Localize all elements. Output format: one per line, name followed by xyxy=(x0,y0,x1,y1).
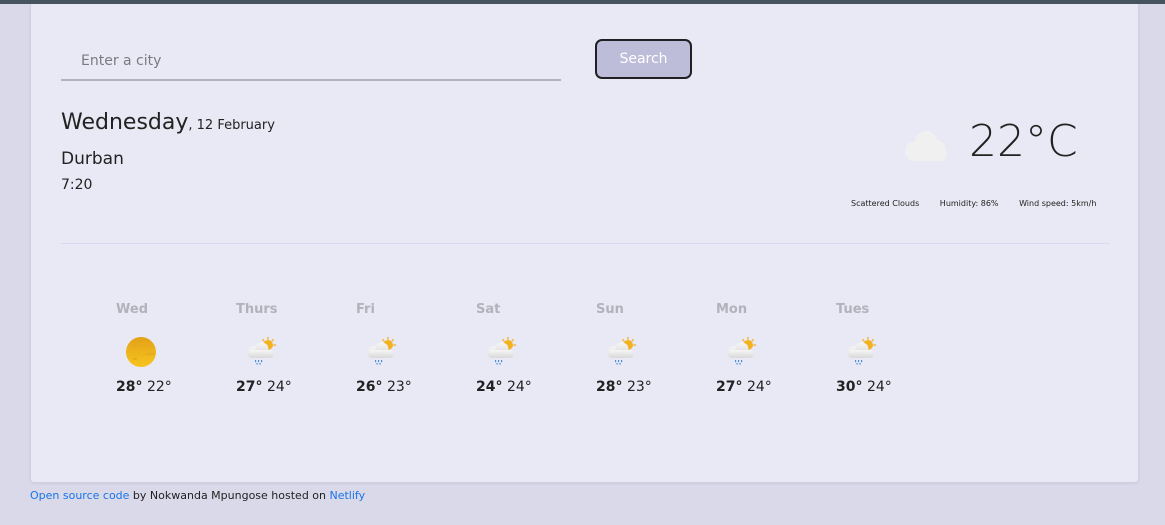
rain-sun-cloud-icon xyxy=(248,337,276,365)
netlify-link[interactable]: Netlify xyxy=(330,489,366,502)
forecast-temps: 28° 23° xyxy=(596,379,652,395)
forecast-min: 24° xyxy=(866,379,892,395)
wind-speed: Wind speed: 5km/h xyxy=(1019,199,1097,208)
divider xyxy=(61,243,1110,244)
forecast-day-name: Mon xyxy=(716,302,748,317)
forecast-min: 24° xyxy=(266,379,292,395)
city-search-input[interactable] xyxy=(61,42,561,81)
current-time: 7:20 xyxy=(61,177,93,193)
forecast-day-name: Wed xyxy=(116,302,148,317)
open-source-link[interactable]: Open source code xyxy=(30,489,129,502)
rain-sun-cloud-icon xyxy=(488,337,516,365)
current-date-text: , 12 February xyxy=(188,118,275,133)
forecast-temps: 30° 24° xyxy=(836,379,892,395)
forecast-day-name: Fri xyxy=(356,302,375,317)
forecast-max: 27° xyxy=(236,379,263,395)
forecast-min: 24° xyxy=(746,379,772,395)
forecast-day-name: Sun xyxy=(596,302,624,317)
footer: Open source code by Nokwanda Mpungose ho… xyxy=(30,489,365,502)
current-city: Durban xyxy=(61,149,124,169)
forecast-temps: 27° 24° xyxy=(236,379,292,395)
forecast-temps: 24° 24° xyxy=(476,379,532,395)
forecast-day: Mon 27° 24° xyxy=(716,302,816,395)
rain-sun-cloud-icon xyxy=(368,337,396,365)
current-temperature: 22°C xyxy=(969,116,1078,167)
forecast-temps: 28° 22° xyxy=(116,379,172,395)
forecast-max: 28° xyxy=(116,379,143,395)
forecast-max: 24° xyxy=(476,379,503,395)
forecast-max: 28° xyxy=(596,379,623,395)
forecast-day: Tues 30° 24° xyxy=(836,302,936,395)
forecast-day: Wed 28° 22° xyxy=(116,302,216,395)
forecast-max: 26° xyxy=(356,379,383,395)
rain-sun-cloud-icon xyxy=(608,337,636,365)
humidity: Humidity: 86% xyxy=(939,199,999,208)
forecast-day-name: Sat xyxy=(476,302,501,317)
forecast-day: Sat 24° 24° xyxy=(476,302,576,395)
forecast-day: Sun 28° 23° xyxy=(596,302,696,395)
search-button[interactable]: Search xyxy=(595,39,692,79)
footer-credit: by Nokwanda Mpungose hosted on xyxy=(129,489,330,502)
forecast-min: 24° xyxy=(506,379,532,395)
rain-sun-cloud-icon xyxy=(848,337,876,365)
forecast-day: Thurs 27° 24° xyxy=(236,302,336,395)
weather-card: Search Wednesday, 12 February Durban 7:2… xyxy=(30,4,1139,483)
forecast-day: Fri 26° 23° xyxy=(356,302,456,395)
forecast-day-name: Thurs xyxy=(236,302,278,317)
current-date: Wednesday, 12 February xyxy=(61,110,275,135)
forecast-max: 27° xyxy=(716,379,743,395)
forecast-min: 22° xyxy=(146,379,172,395)
current-weekday: Wednesday xyxy=(61,110,189,135)
rain-sun-cloud-icon xyxy=(728,337,756,365)
forecast-min: 23° xyxy=(626,379,652,395)
cloud-icon xyxy=(905,131,947,161)
forecast-temps: 26° 23° xyxy=(356,379,412,395)
weather-details: Scattered Clouds Humidity: 86% Wind spee… xyxy=(851,199,1114,208)
weather-description: Scattered Clouds xyxy=(851,199,920,208)
forecast-temps: 27° 24° xyxy=(716,379,772,395)
forecast-max: 30° xyxy=(836,379,863,395)
forecast-min: 23° xyxy=(386,379,412,395)
sun-icon xyxy=(126,337,156,367)
forecast-day-name: Tues xyxy=(836,302,870,317)
